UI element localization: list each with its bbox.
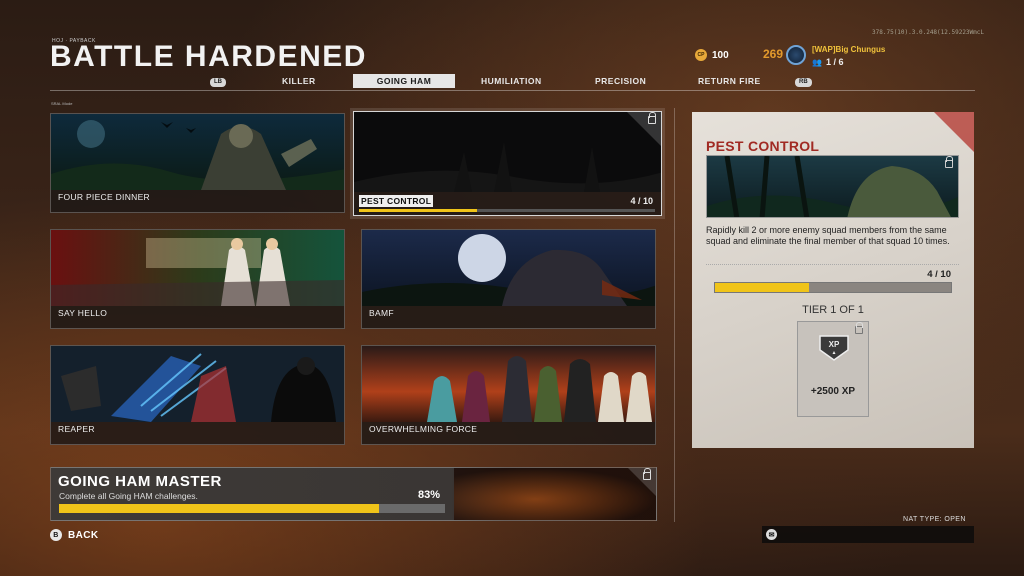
tab-bar: LB KILLER GOING HAM HUMILIATION PRECISIO… [50, 73, 975, 91]
challenge-art [354, 112, 661, 192]
challenge-progress-fill [359, 209, 478, 212]
challenge-card-four-piece-dinner[interactable]: FOUR PIECE DINNER [50, 113, 345, 213]
detail-title: PEST CONTROL [706, 138, 820, 154]
xp-badge-icon: XP [819, 335, 849, 361]
challenge-art [51, 346, 344, 422]
master-challenge-art [454, 468, 656, 520]
detail-progress: 4 / 10 [706, 264, 959, 298]
reward-card: XP +2500 XP [797, 321, 869, 417]
challenge-name: OVERWHELMING FORCE [369, 424, 478, 434]
section-label: SRAL Mode [51, 101, 73, 106]
detail-progress-bar [714, 282, 952, 293]
prestige-emblem-icon [786, 45, 806, 65]
party-size: 👥 1 / 6 [812, 57, 885, 67]
nat-type: NAT TYPE: OPEN [903, 516, 966, 523]
cod-points[interactable]: CP 100 [695, 49, 729, 61]
tab-killer[interactable]: KILLER [282, 76, 316, 86]
detail-description: Rapidly kill 2 or more enemy squad membe… [706, 225, 950, 246]
challenge-art [51, 230, 344, 306]
master-challenge-panel[interactable]: GOING HAM MASTER Complete all Going HAM … [50, 467, 657, 521]
cod-points-value: 100 [712, 49, 729, 61]
challenge-card-pest-control[interactable]: PEST CONTROL 4 / 10 [350, 108, 665, 219]
challenge-art [362, 230, 655, 306]
challenge-art [362, 346, 655, 422]
challenge-name: REAPER [58, 424, 95, 434]
master-challenge-title: GOING HAM MASTER [58, 473, 222, 490]
panel-divider [674, 108, 675, 522]
svg-text:XP: XP [829, 340, 840, 349]
party-count: 1 / 6 [825, 57, 844, 67]
lock-icon [945, 156, 953, 168]
challenge-name: FOUR PIECE DINNER [58, 192, 150, 202]
challenge-card-overwhelming-force[interactable]: OVERWHELMING FORCE [361, 345, 656, 445]
lock-icon [648, 112, 656, 124]
cod-points-icon: CP [695, 49, 707, 61]
lb-bumper-icon[interactable]: LB [210, 78, 226, 87]
player-card[interactable]: [WAP]Big Chungus 👥 1 / 6 [812, 45, 885, 67]
chat-icon: ✉ [766, 529, 777, 540]
tab-humiliation[interactable]: HUMILIATION [481, 76, 542, 86]
chat-input[interactable]: ✉ [762, 526, 974, 543]
party-icon: 👥 [812, 57, 822, 67]
challenge-name: BAMF [369, 308, 394, 318]
tier-label: TIER 1 OF 1 [802, 304, 864, 316]
lock-icon [643, 468, 651, 480]
tab-return-fire[interactable]: RETURN FIRE [698, 76, 761, 86]
tab-going-ham[interactable]: GOING HAM [353, 74, 455, 88]
detail-progress-fill [715, 283, 810, 292]
master-challenge-percent: 83% [418, 489, 441, 501]
challenge-progress-bar [359, 209, 655, 212]
challenge-art [51, 114, 344, 190]
b-button-icon: B [50, 529, 62, 541]
master-progress-fill [59, 504, 380, 513]
challenge-name: SAY HELLO [58, 308, 108, 318]
lock-icon [855, 322, 863, 334]
challenge-card-bamf[interactable]: BAMF [361, 229, 656, 329]
locked-ribbon [628, 468, 656, 496]
detail-art [706, 155, 959, 218]
detail-progress-text: 4 / 10 [927, 269, 951, 280]
challenge-progress-text: 4 / 10 [630, 196, 653, 206]
player-name: [WAP]Big Chungus [812, 45, 886, 54]
rb-bumper-icon[interactable]: RB [795, 78, 812, 87]
back-label: BACK [68, 529, 99, 541]
corner-fold [934, 112, 974, 152]
version-text: 378.75(10).3.0.248(12.59223WmcL [872, 29, 984, 36]
back-button[interactable]: B BACK [50, 529, 99, 541]
challenge-card-reaper[interactable]: REAPER [50, 345, 345, 445]
tab-precision[interactable]: PRECISION [595, 76, 646, 86]
master-progress-bar [59, 504, 445, 513]
challenge-name: PEST CONTROL [359, 195, 434, 207]
challenge-detail-panel: PEST CONTROL Rapidly kill 2 or more enem… [692, 112, 974, 448]
reward-xp: +2500 XP [810, 386, 856, 397]
challenge-card-say-hello[interactable]: SAY HELLO [50, 229, 345, 329]
player-level: 269 [763, 47, 784, 61]
master-challenge-description: Complete all Going HAM challenges. [59, 491, 198, 501]
page-title: BATTLE HARDENED [50, 40, 367, 73]
